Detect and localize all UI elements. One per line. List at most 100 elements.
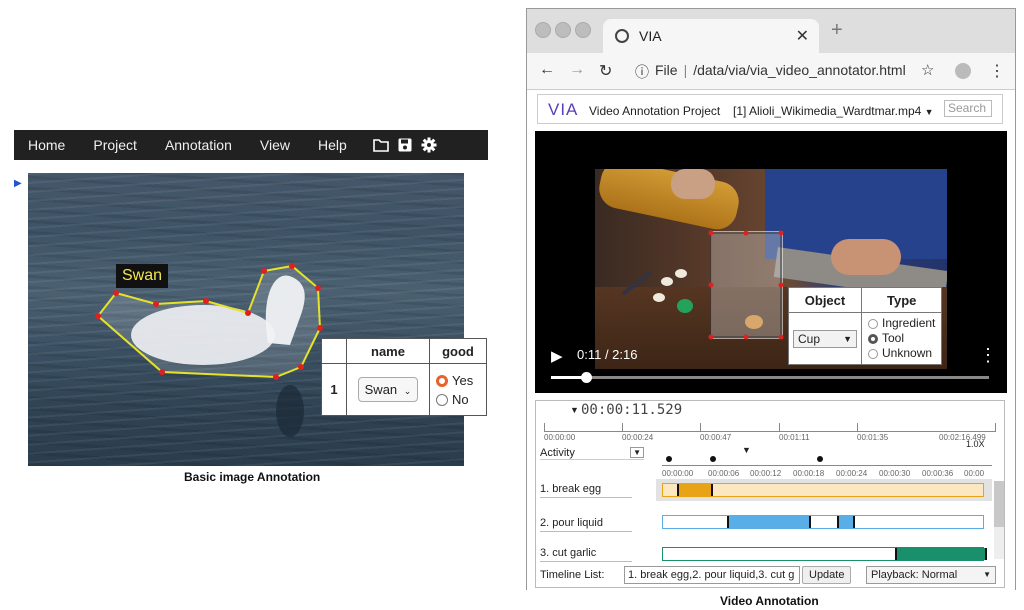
good-option-yes[interactable]: Yes (436, 371, 486, 390)
ruler-tick (544, 423, 545, 431)
back-icon[interactable]: ← (539, 61, 555, 79)
timeline-list-bar: Timeline List: 1. break egg,2. pour liqu… (540, 566, 1000, 586)
zoom-ruler-label: 00:00:18 (793, 469, 825, 478)
col-header-object: Object (788, 287, 862, 313)
ruler-label: 00:00:24 (622, 433, 654, 442)
ruler-tick (779, 423, 780, 431)
ruler-tick (857, 423, 858, 431)
timeline-list-label: Timeline List: (540, 569, 605, 581)
profile-avatar[interactable] (955, 63, 971, 79)
zoom-ruler-label: 00:00:12 (750, 469, 782, 478)
play-icon[interactable]: ▶ (551, 347, 563, 365)
row-index: 1 (321, 363, 347, 416)
ruler-label: 00:01:35 (857, 433, 889, 442)
maximize-window-button[interactable] (575, 22, 591, 38)
segment-cut-garlic[interactable] (895, 548, 987, 560)
zoom-ruler-label: 00:00:30 (879, 469, 911, 478)
ruler-label: 00:00:00 (544, 433, 576, 442)
project-name[interactable]: Video Annotation Project (589, 104, 720, 118)
zoom-level: 1.0X (966, 439, 985, 449)
playback-mode-select[interactable]: Playback: Normal ▼ (866, 566, 996, 584)
timeline-row-label[interactable]: 2. pour liquid (540, 517, 632, 532)
more-options-icon[interactable]: ⋮ (979, 345, 997, 366)
minimize-window-button[interactable] (555, 22, 571, 38)
reload-icon[interactable]: ↻ (599, 61, 612, 81)
globe-icon (615, 29, 629, 43)
new-tab-icon[interactable]: + (831, 19, 843, 42)
address-bar: ← → ↻ ⓘ File |/data/via/via_video_annotat… (527, 53, 1015, 90)
annotated-image[interactable] (28, 173, 464, 466)
via-top-bar: VIA Video Annotation Project [1] Alioli_… (537, 94, 1003, 124)
timeline-track-break-egg[interactable] (662, 483, 984, 497)
segment-boundary-dot (710, 456, 716, 462)
timeline-row-label[interactable]: 1. break egg (540, 483, 632, 498)
bookmark-star-icon[interactable]: ☆ (921, 61, 934, 79)
name-select-value: Swan (364, 382, 398, 397)
more-menu-icon[interactable]: ⋮ (989, 61, 1005, 81)
playhead-marker-icon: ▼ (742, 445, 751, 455)
radio-empty-icon (436, 394, 448, 407)
timeline-row-label[interactable]: 3. cut garlic (540, 547, 632, 562)
timeline-track-pour-liquid[interactable] (662, 515, 984, 529)
ruler-tick (700, 423, 701, 431)
segment-boundary-dot (817, 456, 823, 462)
file-selector[interactable]: [1] Alioli_Wikimedia_Wardtmar.mp4 ▼ (732, 103, 935, 119)
gear-icon[interactable] (421, 137, 437, 153)
timeline-scrollbar[interactable] (994, 481, 1004, 559)
zoomed-timeline-ruler[interactable]: ▼ (662, 445, 992, 466)
dropdown-arrow-icon: ▼ (924, 107, 934, 117)
panel-toggle-icon[interactable]: ▶ (14, 178, 22, 189)
zoom-ruler-label: 00:00:24 (836, 469, 868, 478)
ruler-tick (995, 423, 996, 431)
url-scheme: File (655, 62, 678, 78)
url-field[interactable]: File |/data/via/via_video_annotator.html (655, 62, 906, 78)
info-icon[interactable]: ⓘ (635, 62, 649, 82)
segment-pour-liquid-1[interactable] (727, 516, 811, 528)
menu-help[interactable]: Help (318, 137, 347, 153)
search-input[interactable]: Search (944, 100, 992, 117)
forward-icon[interactable]: → (569, 61, 585, 79)
update-button[interactable]: Update (802, 566, 852, 584)
scrollbar-thumb[interactable] (994, 481, 1004, 527)
radio-empty-icon (868, 318, 878, 329)
seek-handle[interactable] (581, 372, 593, 383)
save-icon[interactable] (397, 137, 413, 153)
temporal-segment-editor: ▼ 00:00:11.529 00:00:00 00:00:24 00:00:4… (535, 400, 1005, 588)
via-logo[interactable]: VIA (548, 100, 578, 120)
activity-select[interactable]: Activity ▼ (540, 447, 644, 460)
radio-selected-icon (436, 375, 448, 388)
toolbar-icons (372, 137, 437, 153)
video-player[interactable]: Object Type Cup ▼ Ingredient Tool Unknow… (535, 131, 1007, 393)
dropdown-arrow-icon: ▼ (843, 333, 852, 344)
dropdown-arrow-icon: ▼ (983, 570, 991, 579)
folder-icon[interactable] (372, 137, 389, 153)
image-annotator-menubar: Home Project Annotation View Help (14, 130, 488, 160)
zoom-ruler-label: 00:00:00 (662, 469, 694, 478)
menu-annotation[interactable]: Annotation (165, 137, 232, 153)
type-option-ingredient[interactable]: Ingredient (868, 316, 935, 331)
close-window-button[interactable] (535, 22, 551, 38)
ruler-label: 00:00:47 (700, 433, 732, 442)
name-select[interactable]: Swan ⌄ (357, 377, 419, 402)
url-path: /data/via/via_video_annotator.html (693, 62, 906, 78)
timeline-track-cut-garlic[interactable] (662, 547, 987, 561)
menu-home[interactable]: Home (28, 137, 65, 153)
tab-bar: VIA ✕ + (527, 9, 1015, 53)
seek-bar[interactable] (551, 372, 989, 383)
menu-project[interactable]: Project (93, 137, 137, 153)
zoom-ruler-label: 00:00:36 (922, 469, 954, 478)
close-tab-icon[interactable]: ✕ (796, 26, 809, 46)
browser-window: VIA ✕ + ← → ↻ ⓘ File |/data/via/via_video… (526, 8, 1016, 590)
current-time: 00:00:11.529 (581, 402, 683, 418)
playhead-marker-icon: ▼ (570, 405, 579, 415)
timeline-list-input[interactable]: 1. break egg,2. pour liquid,3. cut g (624, 566, 800, 584)
col-header-name: name (346, 338, 430, 364)
menu-view[interactable]: View (260, 137, 290, 153)
image-annotation-caption: Basic image Annotation (184, 470, 321, 484)
good-option-no[interactable]: No (436, 390, 486, 409)
time-display: 0:11 / 2:16 (577, 347, 638, 362)
segment-pour-liquid-2[interactable] (837, 516, 855, 528)
segment-break-egg[interactable] (677, 484, 713, 496)
tab-via[interactable]: VIA ✕ (603, 19, 819, 53)
full-timeline-ruler[interactable] (544, 421, 996, 432)
